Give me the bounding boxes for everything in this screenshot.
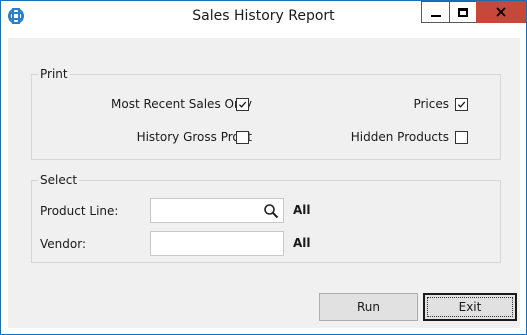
prices-label: Prices	[413, 97, 449, 111]
vendor-label: Vendor:	[40, 237, 86, 251]
minimize-icon	[430, 15, 441, 17]
history-gross-profit-checkbox[interactable]	[236, 131, 249, 144]
focus-rectangle	[427, 297, 513, 317]
print-group: Print Most Recent Sales Only Prices Hist…	[31, 67, 501, 160]
title-bar[interactable]: Sales History Report	[1, 1, 526, 32]
sales-history-report-window: Sales History Report Print Most Recent S…	[0, 0, 527, 335]
history-gross-profit-label: History Gross Profit	[136, 130, 252, 144]
maximize-icon	[458, 7, 468, 17]
run-button[interactable]: Run	[319, 293, 418, 321]
product-line-status: All	[293, 203, 311, 217]
dialog-body: Print Most Recent Sales Only Prices Hist…	[8, 38, 520, 328]
print-group-label: Print	[38, 67, 70, 81]
app-logo-icon	[8, 8, 24, 24]
checkmark-icon	[238, 101, 247, 108]
search-icon[interactable]	[263, 203, 279, 219]
vendor-status: All	[293, 236, 311, 250]
exit-button[interactable]: Exit	[423, 293, 517, 321]
hidden-products-checkbox[interactable]	[455, 131, 468, 144]
product-line-label: Product Line:	[40, 204, 119, 218]
most-recent-sales-only-label: Most Recent Sales Only	[111, 97, 252, 111]
product-line-input[interactable]	[150, 198, 284, 223]
hidden-products-label: Hidden Products	[350, 130, 449, 144]
checkmark-icon	[457, 101, 466, 108]
select-group-label: Select	[38, 173, 80, 187]
close-button[interactable]	[476, 1, 526, 23]
most-recent-sales-only-checkbox[interactable]	[236, 98, 249, 111]
close-icon	[496, 7, 506, 17]
maximize-button[interactable]	[449, 1, 476, 23]
prices-checkbox[interactable]	[455, 98, 468, 111]
vendor-input[interactable]	[150, 231, 284, 256]
minimize-button[interactable]	[421, 1, 449, 23]
select-group: Select Product Line: All Vendor: All	[31, 173, 501, 263]
